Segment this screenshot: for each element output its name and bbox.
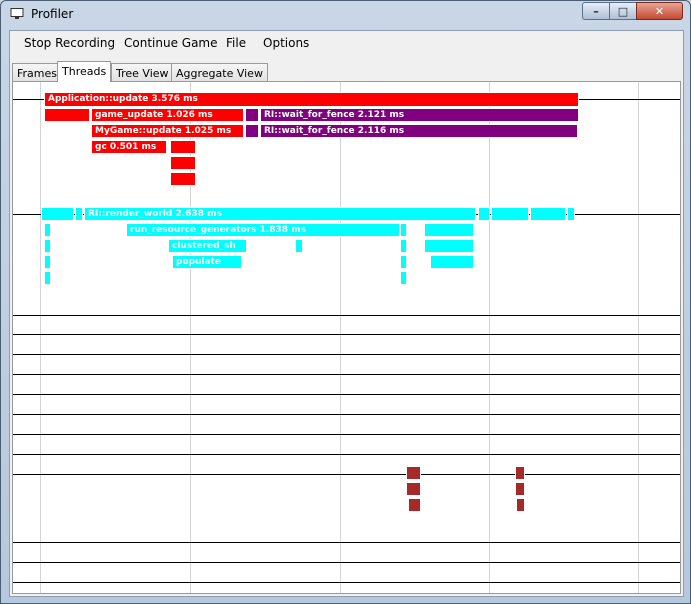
thread-line bbox=[13, 334, 680, 335]
thread-line bbox=[13, 354, 680, 355]
zone-mygame-update[interactable]: MyGame::update 1.025 ms bbox=[91, 124, 244, 138]
zone-run-resource-generators[interactable]: run_resource_generators 1.838 ms bbox=[126, 223, 400, 237]
thread-line bbox=[13, 315, 680, 316]
tab-threads[interactable]: Threads bbox=[57, 61, 112, 82]
time-gridline bbox=[40, 82, 41, 593]
tab-frames[interactable]: Frames bbox=[12, 63, 63, 81]
zone-bar[interactable] bbox=[515, 482, 525, 496]
thread-line bbox=[13, 542, 680, 543]
zone-bar[interactable] bbox=[478, 207, 490, 221]
threads-timeline[interactable]: Application::update 3.576 ms game_update… bbox=[12, 81, 681, 594]
thread-line bbox=[13, 582, 680, 583]
zone-bar[interactable] bbox=[491, 207, 529, 221]
tab-tree-view[interactable]: Tree View bbox=[111, 63, 174, 81]
menu-file[interactable]: File bbox=[226, 36, 246, 50]
tab-aggregate-view[interactable]: Aggregate View bbox=[171, 63, 268, 81]
title-bar[interactable]: Profiler – □ ✕ bbox=[1, 1, 690, 29]
menu-stop-recording[interactable]: Stop Recording bbox=[24, 36, 115, 50]
zone-bar[interactable] bbox=[170, 140, 196, 154]
menu-bar: Stop Recording Continue Game File Option… bbox=[10, 31, 683, 57]
zone-bar[interactable] bbox=[424, 223, 474, 237]
zone-bar[interactable] bbox=[41, 207, 74, 221]
zone-bar[interactable] bbox=[44, 108, 90, 122]
thread-line bbox=[13, 434, 680, 435]
thread-line bbox=[13, 414, 680, 415]
monitor-icon bbox=[10, 8, 24, 19]
zone-bar[interactable] bbox=[408, 498, 421, 512]
zone-bar[interactable] bbox=[430, 255, 474, 269]
zone-bar[interactable] bbox=[170, 156, 196, 170]
zone-bar[interactable] bbox=[400, 223, 407, 237]
thread-line-worker bbox=[13, 474, 680, 475]
zone-bar[interactable] bbox=[44, 239, 51, 253]
thread-line bbox=[13, 374, 680, 375]
time-gridline bbox=[638, 82, 639, 593]
thread-line bbox=[13, 454, 680, 455]
zone-render-world[interactable]: RI::render_world 2.638 ms bbox=[84, 207, 476, 221]
close-button[interactable]: ✕ bbox=[636, 2, 683, 20]
zone-bar[interactable] bbox=[170, 172, 196, 186]
zone-populate[interactable]: populate bbox=[172, 255, 242, 269]
zone-bar[interactable] bbox=[400, 239, 407, 253]
zone-bar[interactable] bbox=[44, 271, 51, 285]
zone-bar[interactable] bbox=[515, 466, 525, 480]
zone-gc[interactable]: gc 0.501 ms bbox=[91, 140, 167, 154]
zone-bar[interactable] bbox=[424, 239, 474, 253]
zone-wait-for-fence[interactable]: RI::wait_for_fence 2.121 ms bbox=[260, 108, 579, 122]
zone-bar[interactable] bbox=[44, 223, 51, 237]
menu-options[interactable]: Options bbox=[263, 36, 309, 50]
zone-bar[interactable] bbox=[516, 498, 525, 512]
zone-bar[interactable] bbox=[400, 271, 407, 285]
zone-game-update[interactable]: game_update 1.026 ms bbox=[91, 108, 244, 122]
zone-bar[interactable] bbox=[530, 207, 566, 221]
menu-continue-game[interactable]: Continue Game bbox=[124, 36, 218, 50]
time-gridline bbox=[340, 82, 341, 593]
zone-clustered-sh[interactable]: clustered_sh bbox=[168, 239, 247, 253]
thread-line bbox=[13, 394, 680, 395]
zone-bar[interactable] bbox=[567, 207, 575, 221]
maximize-button[interactable]: □ bbox=[609, 2, 637, 20]
zone-application-update[interactable]: Application::update 3.576 ms bbox=[44, 92, 579, 107]
zone-bar[interactable] bbox=[295, 239, 303, 253]
zone-wait-for-fence[interactable]: RI::wait_for_fence 2.116 ms bbox=[260, 124, 578, 138]
client-area: Stop Recording Continue Game File Option… bbox=[9, 30, 684, 597]
time-gridline bbox=[489, 82, 490, 593]
tab-strip: Frames Threads Tree View Aggregate View bbox=[10, 61, 683, 82]
window-title: Profiler bbox=[31, 7, 74, 21]
zone-bar[interactable] bbox=[245, 124, 259, 138]
profiler-window: Profiler – □ ✕ Stop Recording Continue G… bbox=[0, 0, 691, 604]
zone-bar[interactable] bbox=[75, 207, 83, 221]
minimize-button[interactable]: – bbox=[582, 2, 610, 20]
zone-bar[interactable] bbox=[44, 255, 51, 269]
zone-bar[interactable] bbox=[406, 466, 421, 480]
zone-bar[interactable] bbox=[406, 482, 421, 496]
thread-line bbox=[13, 562, 680, 563]
zone-bar[interactable] bbox=[245, 108, 259, 122]
zone-bar[interactable] bbox=[400, 255, 407, 269]
